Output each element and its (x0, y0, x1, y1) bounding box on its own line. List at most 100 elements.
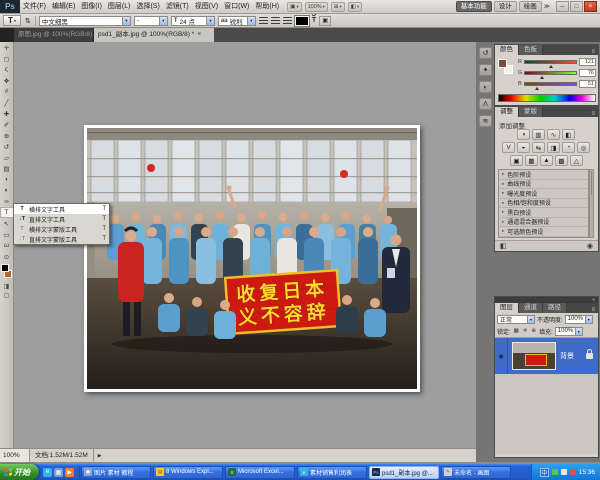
preset-item[interactable]: ▸色相/饱和度预设 (499, 199, 588, 209)
info-panel-icon[interactable]: Λ (479, 98, 492, 110)
preset-item[interactable]: ▸通道混合器预设 (499, 218, 588, 228)
gradient-tool[interactable]: ▤ (0, 163, 14, 174)
disclosure-triangle-icon[interactable]: ▸ (502, 228, 504, 234)
start-button[interactable]: 开始 (0, 464, 39, 480)
tab-paths[interactable]: 路径 (543, 303, 567, 313)
posterize-icon[interactable]: ▦ (525, 155, 538, 166)
preset-item[interactable]: ▸曲线预设 (499, 180, 588, 190)
align-right-button[interactable] (283, 17, 292, 25)
green-slider[interactable] (524, 71, 577, 75)
screen-mode-button[interactable]: ◧▾ (348, 2, 362, 12)
tab-channels[interactable]: 通道 (519, 303, 543, 313)
preset-item[interactable]: ▸黑白预设 (499, 208, 588, 218)
document-tab-active[interactable]: psd1_副本.jpg @ 100%(RGB/8) * × (94, 28, 214, 42)
zoom-tool[interactable]: ⊙ (0, 251, 14, 262)
pen-tool[interactable]: ✑ (0, 196, 14, 207)
marquee-tool[interactable]: ◻ (0, 53, 14, 64)
menu-item[interactable]: 帮助(H) (252, 0, 282, 13)
font-style-select[interactable]: -▾ (134, 16, 168, 26)
arrange-documents-button[interactable]: ⊞▾ (331, 2, 345, 12)
menu-item[interactable]: 选择(S) (133, 0, 162, 13)
eyedropper-tool[interactable]: ╱ (0, 97, 14, 108)
eraser-tool[interactable]: ▱ (0, 152, 14, 163)
menu-item[interactable]: 文件(F) (20, 0, 49, 13)
return-to-adjustment-list-icon[interactable]: ◧ (500, 242, 507, 250)
maximize-button[interactable]: □ (570, 1, 583, 12)
taskbar-button[interactable]: ✎未命名 - 画图 (441, 466, 511, 479)
workspace-overflow-button[interactable]: ≫ (542, 3, 552, 10)
healing-brush-tool[interactable]: ✚ (0, 108, 14, 119)
lock-all-icon[interactable]: ⊕ (530, 328, 537, 334)
text-orientation-toggle[interactable]: ⇅ (24, 17, 32, 25)
lock-position-icon[interactable]: ✛ (522, 328, 529, 334)
layer-thumbnail[interactable] (512, 342, 556, 370)
lock-transparency-icon[interactable]: ▦ (513, 328, 520, 334)
type-tool-menu-item[interactable]: T横排文字工具T (14, 204, 109, 214)
disclosure-triangle-icon[interactable]: ▸ (502, 171, 504, 177)
workspace-button[interactable]: 设计 (494, 1, 517, 12)
fill-select[interactable]: 100%▾ (555, 327, 583, 336)
volume-tray-icon[interactable] (561, 469, 567, 475)
levels-icon[interactable]: ▥ (532, 129, 545, 140)
history-panel-icon[interactable]: ↺ (479, 47, 492, 59)
tab-color[interactable]: 颜色 (495, 45, 519, 55)
invert-icon[interactable]: ▣ (510, 155, 523, 166)
internet-explorer-icon[interactable]: e (43, 468, 52, 477)
preset-list-scrollbar[interactable] (589, 169, 594, 238)
curves-icon[interactable]: ∿ (547, 129, 560, 140)
anti-alias-select[interactable]: aa锐利▾ (218, 16, 256, 26)
menu-item[interactable]: 编辑(E) (49, 0, 78, 13)
antivirus-tray-icon[interactable] (552, 469, 558, 475)
type-tool-menu-item[interactable]: ↓T直排文字工具T (14, 214, 109, 224)
clip-to-layer-icon[interactable]: ◉ (587, 242, 593, 250)
preset-item[interactable]: ▸色阶预设 (499, 170, 588, 180)
minimize-button[interactable]: ─ (556, 1, 569, 12)
dodge-tool[interactable]: ◐ (0, 185, 14, 196)
align-center-button[interactable] (271, 17, 280, 25)
menu-item[interactable]: 滤镜(T) (163, 0, 192, 13)
hand-tool[interactable]: ω (0, 240, 14, 251)
document-tab-inactive[interactable]: 原图.jpg @ 100%(RGB/8) (14, 28, 94, 42)
scrollbar-thumb[interactable] (591, 171, 592, 195)
taskbar-button[interactable]: ▤8 Windows Expl... (153, 466, 223, 479)
menu-item[interactable]: 窗口(W) (221, 0, 252, 13)
disclosure-triangle-icon[interactable]: ▸ (502, 181, 504, 187)
histogram-panel-icon[interactable]: ◐ (479, 81, 492, 93)
type-tool-menu-item[interactable]: ↓T直排文字蒙版工具T (14, 234, 109, 244)
vibrance-icon[interactable]: V (502, 142, 515, 153)
green-value[interactable]: 76 (579, 69, 596, 77)
view-extras-button[interactable]: ▣▾ (287, 2, 301, 12)
panel-foreground-swatch[interactable] (498, 59, 507, 68)
photo-filter-icon[interactable]: ◔ (562, 142, 575, 153)
blue-value[interactable]: 51 (579, 80, 596, 88)
status-expander-icon[interactable]: ▶ (94, 453, 106, 459)
text-color-swatch[interactable] (295, 16, 309, 26)
blur-tool[interactable]: ◖ (0, 174, 14, 185)
lasso-tool[interactable]: ς (0, 64, 14, 75)
blend-mode-select[interactable]: 正常▾ (497, 315, 535, 324)
crop-tool[interactable]: # (0, 86, 14, 97)
align-left-button[interactable] (259, 17, 268, 25)
taskbar-button[interactable]: e素材销售利润表 (297, 466, 367, 479)
preset-item[interactable]: ▸曝光度预设 (499, 189, 588, 199)
menu-item[interactable]: 图层(L) (105, 0, 134, 13)
black-white-icon[interactable]: ◨ (547, 142, 560, 153)
red-slider[interactable] (524, 60, 577, 64)
close-button[interactable]: × (584, 1, 597, 12)
panel-menu-icon[interactable]: ≡ (588, 49, 598, 55)
slider-thumb[interactable] (535, 87, 539, 90)
screen-mode-toggle[interactable]: ▢ (0, 291, 14, 300)
tab-adjustments[interactable]: 调整 (495, 107, 519, 117)
color-balance-icon[interactable]: ⇆ (532, 142, 545, 153)
taskbar-button[interactable]: ▣图片 素材 教程 (81, 466, 151, 479)
close-tab-icon[interactable]: × (197, 28, 201, 42)
tab-masks[interactable]: 蒙版 (519, 107, 543, 117)
warp-text-button[interactable]: T (312, 17, 316, 24)
brightness-contrast-icon[interactable]: ◑ (517, 129, 530, 140)
collapse-dock-icon[interactable]: « (592, 297, 595, 303)
blue-slider[interactable] (524, 82, 577, 86)
channel-mixer-icon[interactable]: ◎ (577, 142, 590, 153)
tab-layers[interactable]: 图层 (495, 303, 519, 313)
disclosure-triangle-icon[interactable]: ▸ (502, 219, 504, 225)
opacity-select[interactable]: 100%▾ (565, 315, 593, 324)
